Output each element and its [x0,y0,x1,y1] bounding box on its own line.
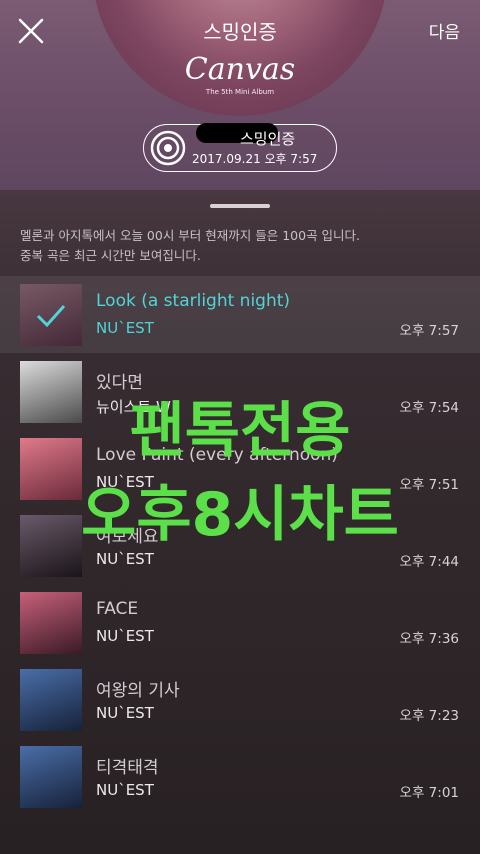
badge-title: 스밍인증 [240,130,296,148]
album-subtitle: The 5th Mini Album [205,88,275,96]
song-artist: NU`EST [96,781,154,799]
song-row[interactable]: Look (a starlight night) NU`EST 오후 7:57 [0,276,480,353]
song-list: Look (a starlight night) NU`EST 오후 7:57 … [0,276,480,815]
song-artist: NU`EST [96,550,154,568]
song-artist: NU`EST [96,704,154,722]
song-row[interactable]: 여왕의 기사 NU`EST 오후 7:23 [0,661,480,738]
song-row[interactable]: FACE NU`EST 오후 7:36 [0,584,480,661]
album-thumbnail [20,515,82,577]
album-thumbnail [20,669,82,731]
notice-text: 멜론과 아지톡에서 오늘 00시 부터 현재까지 들은 100곡 입니다. 중복… [20,226,460,266]
song-time: 오후 7:44 [399,554,459,570]
song-title: FACE [96,599,139,619]
album-thumbnail [20,438,82,500]
song-time: 오후 7:23 [399,708,459,724]
song-title: 있다면 [96,373,143,393]
song-artist: NU`EST [96,319,154,337]
song-row[interactable]: 여보세요 NU`EST 오후 7:44 [0,507,480,584]
song-artist: NU`EST [96,627,154,645]
song-row[interactable]: 있다면 뉴이스트 W 오후 7:54 [0,353,480,430]
album-thumbnail [20,746,82,808]
song-time: 오후 7:36 [399,631,459,647]
verify-title: 스밍인증 [203,20,277,44]
song-time: 오후 7:51 [399,477,459,493]
disc-icon [150,130,186,166]
song-title: 여왕의 기사 [96,681,180,701]
badge-timestamp: 2017.09.21 오후 7:57 [192,152,318,166]
song-artist: NU`EST [96,473,154,491]
notice-line-2: 중복 곡은 최근 시간만 보여집니다. [20,248,201,263]
song-artist: 뉴이스트 W [96,398,171,416]
song-time: 오후 7:01 [399,785,459,801]
next-button[interactable]: 다음 [429,18,460,43]
album-title: Canvas [184,52,296,87]
streaming-verification-badge: 스밍인증 2017.09.21 오후 7:57 [143,123,337,172]
song-time: 오후 7:54 [399,400,459,416]
song-title: 티격태격 [96,758,159,778]
song-row[interactable]: 티격태격 NU`EST 오후 7:01 [0,738,480,815]
notice-line-1: 멜론과 아지톡에서 오늘 00시 부터 현재까지 들은 100곡 입니다. [20,228,361,243]
album-thumbnail [20,361,82,423]
song-title: Love Paint (every afternoon) [96,445,338,465]
song-history-sheet: 멜론과 아지톡에서 오늘 00시 부터 현재까지 들은 100곡 입니다. 중복… [0,190,480,854]
drag-handle[interactable] [210,204,270,208]
album-thumbnail [20,592,82,654]
checkmark-icon [20,284,82,346]
song-time: 오후 7:57 [399,323,459,339]
song-title: 여보세요 [96,527,159,547]
song-row[interactable]: Love Paint (every afternoon) NU`EST 오후 7… [0,430,480,507]
song-title: Look (a starlight night) [96,291,291,311]
album-thumbnail [20,284,82,346]
